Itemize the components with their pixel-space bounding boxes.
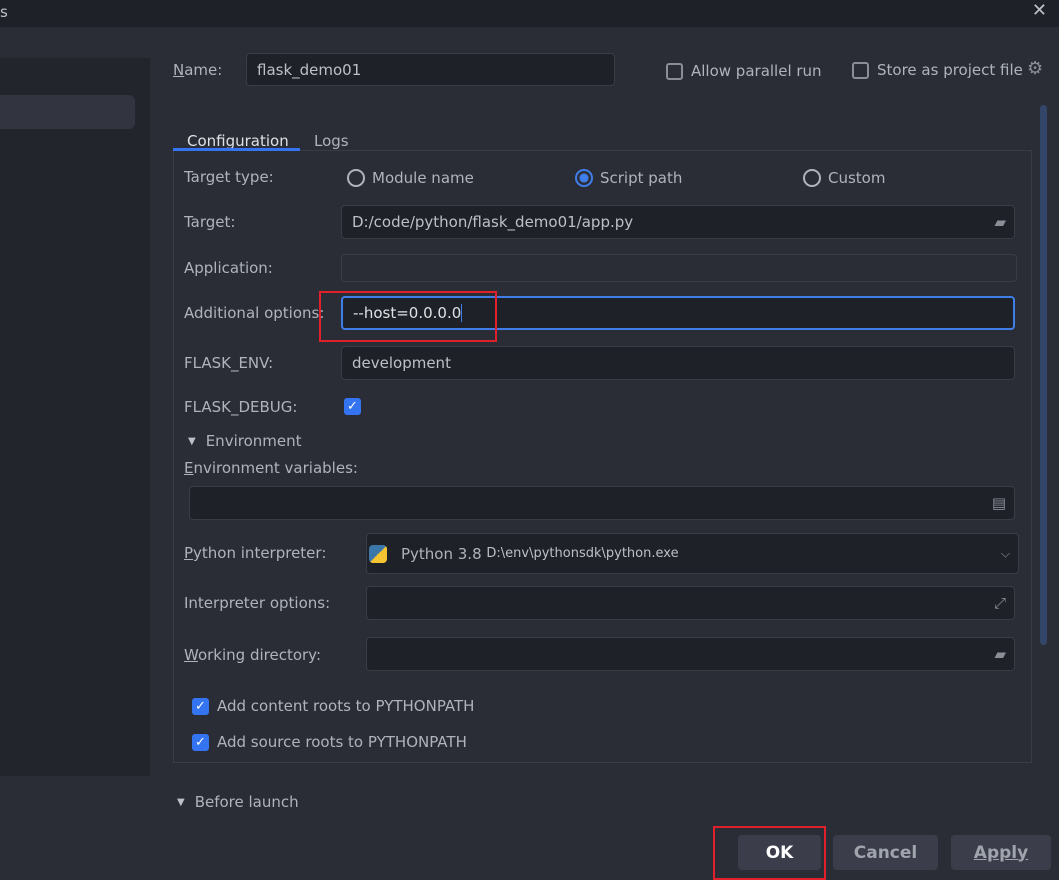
target-label: Target: [184,213,236,231]
application-input[interactable] [341,254,1017,282]
interpreter-options-label: Interpreter options: [184,594,331,612]
gear-icon[interactable]: ⚙ [1027,58,1043,79]
checkbox-icon: ✓ [192,697,209,715]
application-label: Application: [184,259,273,277]
radio-script-path[interactable]: Script path [575,169,682,187]
expand-icon[interactable]: ⤢ [994,594,1006,612]
python-icon [369,544,387,563]
additional-options-label: Additional options: [184,304,325,322]
flask-debug-checkbox[interactable]: ✓ [344,398,361,415]
highlight-box [319,291,497,342]
apply-button[interactable]: Apply [951,835,1051,870]
env-vars-input[interactable]: ▤ [189,486,1015,520]
window-title: s [0,3,8,21]
highlight-box [713,826,826,880]
radio-module-name[interactable]: Module name [347,169,474,187]
close-icon[interactable]: ✕ [1032,0,1047,21]
chevron-down-icon[interactable]: ⌵ [1001,546,1010,561]
tab-logs[interactable]: Logs [314,132,349,150]
cancel-button[interactable]: Cancel [833,835,938,870]
radio-icon [575,169,593,187]
source-roots-checkbox[interactable]: ✓ Add source roots to PYTHONPATH [192,733,467,751]
flask-debug-label: FLASK_DEBUG: [184,398,298,416]
checkbox-icon: ✓ [192,733,209,751]
folder-icon[interactable]: ▰ [994,645,1006,663]
scrollbar[interactable] [1040,105,1047,645]
radio-custom[interactable]: Custom [803,169,885,187]
title-bar [0,0,1059,27]
working-directory-input[interactable]: ▰ [366,637,1015,671]
folder-icon[interactable]: ▰ [994,213,1006,231]
flask-env-input[interactable]: development [341,346,1015,380]
config-tree-panel [0,58,150,776]
before-launch-toggle[interactable]: ▼ Before launch [177,793,299,811]
flask-env-label: FLASK_ENV: [184,354,274,372]
config-tree-selected-item[interactable] [0,95,135,129]
allow-parallel-run-checkbox[interactable]: Allow parallel run [666,62,822,80]
radio-icon [347,169,365,187]
checkbox-icon [852,61,869,79]
document-icon[interactable]: ▤ [992,494,1006,512]
active-tab-indicator [173,148,300,151]
triangle-down-icon: ▼ [188,435,196,447]
interpreter-options-input[interactable]: ⤢ [366,586,1015,620]
target-input[interactable]: D:/code/python/flask_demo01/app.py ▰ [341,205,1015,239]
env-vars-label: Environment variables: [184,459,358,477]
triangle-down-icon: ▼ [177,796,185,808]
name-input[interactable]: flask_demo01 [246,53,615,86]
checkbox-icon [666,62,683,80]
configuration-panel [173,150,1032,763]
radio-icon [803,169,821,187]
working-directory-label: Working directory: [184,646,322,664]
python-interpreter-select[interactable]: Python 3.8 D:\env\pythonsdk\python.exe ⌵ [366,533,1019,574]
name-label: Name: [173,61,223,79]
content-roots-checkbox[interactable]: ✓ Add content roots to PYTHONPATH [192,697,474,715]
store-as-project-file-checkbox[interactable]: Store as project file [852,61,1023,79]
python-interpreter-label: Python interpreter: [184,544,327,562]
target-type-label: Target type: [184,168,274,186]
environment-section-toggle[interactable]: ▼ Environment [188,432,301,450]
